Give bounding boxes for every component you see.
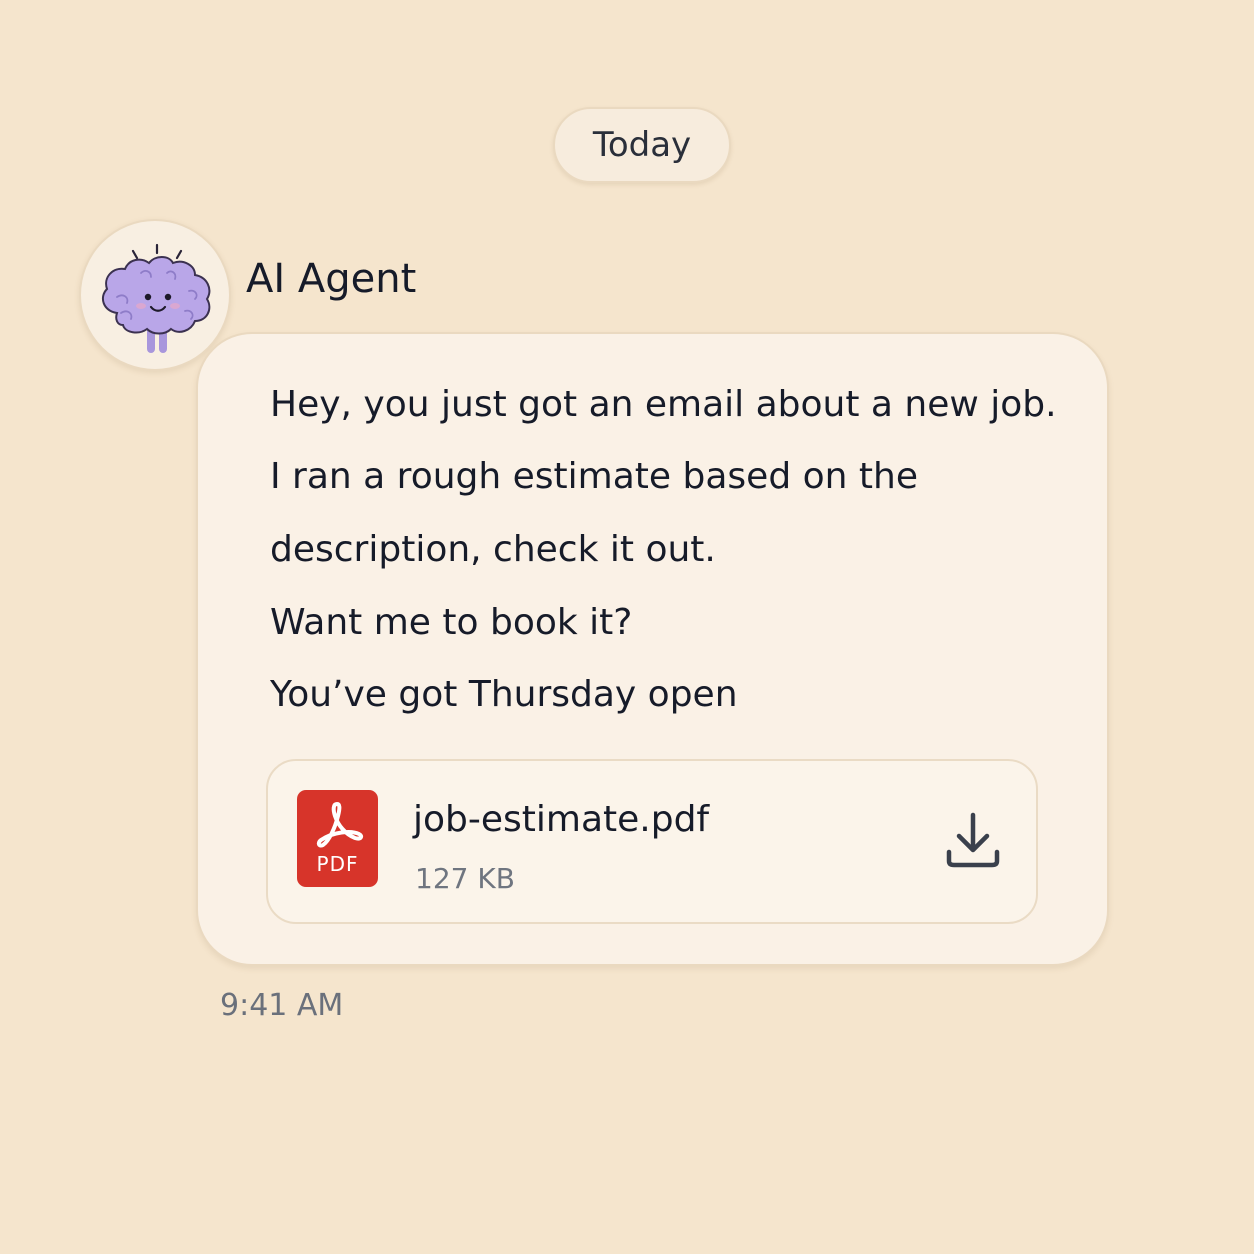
date-divider-label: Today xyxy=(592,125,692,165)
message-bubble: Hey, you just got an email about a new j… xyxy=(196,332,1109,966)
attachment-file-size: 127 KB xyxy=(415,862,515,895)
message-line: description, check it out. xyxy=(270,529,716,570)
message-timestamp: 9:41 AM xyxy=(220,988,344,1023)
avatar[interactable] xyxy=(79,219,231,371)
sender-name: AI Agent xyxy=(246,256,417,302)
message-line: Hey, you just got an email about a new j… xyxy=(270,384,1057,425)
date-divider: Today xyxy=(553,107,731,183)
message-line: Want me to book it? xyxy=(270,602,633,643)
pdf-file-icon: PDF xyxy=(297,790,378,887)
download-icon xyxy=(946,812,1000,868)
attachment-file-name[interactable]: job-estimate.pdf xyxy=(413,799,709,840)
pdf-type-label: PDF xyxy=(316,852,359,876)
message-line: You’ve got Thursday open xyxy=(270,674,738,715)
download-button[interactable] xyxy=(938,807,1008,877)
brain-mascot-icon xyxy=(101,243,211,353)
message-line: I ran a rough estimate based on the xyxy=(270,456,918,497)
file-attachment[interactable]: PDF job-estimate.pdf 127 KB xyxy=(266,759,1038,924)
